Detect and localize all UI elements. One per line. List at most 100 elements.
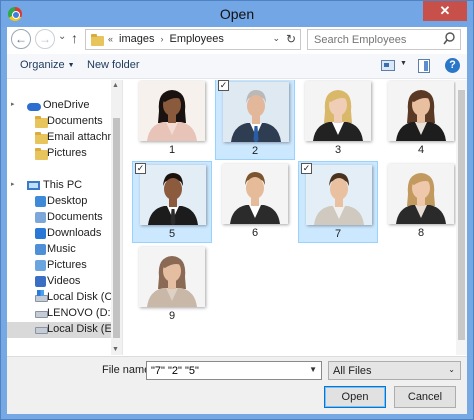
sidebar-item-label: Pictures — [47, 259, 87, 271]
file-item[interactable]: ✓ 2 — [215, 80, 295, 160]
sidebar-item[interactable]: Videos — [7, 274, 111, 290]
file-name-label: 7 — [334, 228, 342, 240]
employee-photo-thumbnail — [139, 81, 205, 141]
file-item[interactable]: 4 — [381, 80, 461, 160]
pictures-icon — [35, 260, 46, 271]
back-button[interactable]: ← — [11, 29, 31, 49]
sidebar-item-label: Documents — [47, 211, 103, 223]
sidebar-item[interactable]: Pictures — [7, 146, 111, 162]
scrollbar-thumb[interactable] — [113, 118, 120, 338]
organize-menu-button[interactable]: Organize ▼ — [20, 59, 75, 71]
view-options-dropdown[interactable]: ▼ — [400, 60, 407, 67]
sidebar-item[interactable]: Music — [7, 242, 111, 258]
sidebar-item[interactable]: Email attachments — [7, 130, 111, 146]
caret-down-icon: ▼ — [67, 61, 75, 69]
address-dropdown-button[interactable]: ⌄ — [272, 33, 280, 44]
file-item[interactable]: 8 — [381, 161, 461, 243]
file-list-scrollbar[interactable] — [456, 80, 467, 355]
computer-icon — [27, 181, 40, 190]
search-input[interactable] — [314, 31, 444, 49]
file-item[interactable]: ✓ 5 — [132, 161, 212, 243]
employee-photo-thumbnail — [222, 164, 288, 224]
cancel-button[interactable]: Cancel — [394, 386, 456, 408]
scrollbar-thumb[interactable] — [458, 90, 465, 340]
employee-photo-thumbnail — [305, 81, 371, 141]
open-button[interactable]: Open — [324, 386, 386, 408]
file-name-label: 3 — [334, 144, 342, 156]
sidebar-item[interactable]: ▸ OneDrive — [7, 98, 111, 114]
preview-pane-icon[interactable] — [418, 59, 430, 73]
expand-arrow-icon[interactable]: ▸ — [11, 180, 15, 188]
address-bar[interactable]: « images › Employees ⌄ ↻ — [85, 29, 301, 50]
file-name-label: 6 — [251, 227, 259, 239]
navigation-scrollbar[interactable]: ▲ ▼ — [111, 80, 122, 355]
sidebar-item-label: Pictures — [47, 147, 87, 159]
dialog-client-area: ← → ⌄ ↑ « images › Employees ⌄ ↻ Search … — [7, 27, 467, 414]
filename-dropdown-button[interactable]: ▼ — [309, 365, 317, 374]
sidebar-item[interactable]: Documents — [7, 114, 111, 130]
music-icon — [35, 244, 46, 255]
navigation-pane: ▸ OneDrive Documents Email attachments Pictu… — [7, 80, 123, 355]
employee-photo-thumbnail — [388, 164, 454, 224]
filename-input[interactable] — [147, 362, 302, 379]
sidebar-item-label: Documents — [47, 115, 103, 127]
recent-locations-dropdown[interactable]: ⌄ — [58, 31, 66, 42]
title-bar[interactable]: Open ✕ — [1, 1, 473, 27]
sidebar-item-label: Email attachments — [47, 131, 111, 143]
breadcrumb-overflow[interactable]: « — [108, 34, 113, 44]
help-icon[interactable]: ? — [445, 58, 460, 73]
file-list-view: 1 ✓ 2 3 4 ✓ 5 6 ✓ 7 8 9 — [124, 80, 467, 355]
refresh-button[interactable]: ↻ — [286, 32, 296, 46]
file-selection-panel: File name: ▼ All Files ⌄ Open Cancel — [7, 356, 467, 414]
sidebar-item[interactable]: Local Disk (E:) — [7, 322, 111, 338]
window-title: Open — [219, 6, 255, 22]
close-button[interactable]: ✕ — [423, 1, 467, 21]
sidebar-item-label: This PC — [43, 179, 83, 191]
filename-combobox[interactable]: ▼ — [146, 361, 322, 380]
employee-photo-thumbnail — [139, 247, 205, 307]
file-item[interactable]: 1 — [132, 80, 212, 160]
file-item[interactable]: 3 — [298, 80, 378, 160]
sidebar-item[interactable]: Local Disk (C:) — [7, 290, 111, 306]
forward-button[interactable]: → — [35, 29, 55, 49]
scroll-up-arrow[interactable]: ▲ — [112, 82, 119, 89]
folder-icon — [91, 34, 104, 46]
sidebar-item[interactable]: Downloads — [7, 226, 111, 242]
sidebar-item-label: Desktop — [47, 195, 88, 207]
file-item[interactable]: 9 — [132, 244, 212, 326]
breadcrumb: « images › Employees — [108, 33, 224, 45]
file-name-label: 9 — [168, 310, 176, 322]
file-name-label: 1 — [168, 144, 176, 156]
sidebar-item-label: Local Disk (E:) — [47, 323, 111, 335]
employee-photo-thumbnail — [388, 81, 454, 141]
sidebar-item[interactable]: Pictures — [7, 258, 111, 274]
scroll-down-arrow[interactable]: ▼ — [112, 346, 119, 353]
file-name-label: 2 — [251, 145, 259, 157]
sidebar-item[interactable]: ▸ This PC — [7, 178, 111, 194]
organize-label: Organize — [20, 59, 65, 71]
command-toolbar: Organize ▼ New folder ▼ ? — [7, 54, 467, 79]
documents-icon — [35, 212, 46, 223]
expand-arrow-icon[interactable]: ▸ — [11, 100, 15, 108]
sidebar-item[interactable]: Desktop — [7, 194, 111, 210]
change-view-icon[interactable] — [381, 60, 395, 71]
selection-checkbox[interactable]: ✓ — [135, 163, 146, 174]
employee-photo-thumbnail — [223, 82, 289, 142]
file-type-select[interactable]: All Files ⌄ — [328, 361, 461, 380]
employee-photo-thumbnail — [140, 165, 206, 225]
up-button[interactable]: ↑ — [71, 30, 78, 46]
cloud-icon — [27, 103, 41, 111]
sidebar-item[interactable]: Documents — [7, 210, 111, 226]
selection-checkbox[interactable]: ✓ — [301, 163, 312, 174]
new-folder-button[interactable]: New folder — [87, 59, 140, 71]
search-box[interactable] — [307, 29, 461, 50]
selection-checkbox[interactable]: ✓ — [218, 80, 229, 91]
breadcrumb-images[interactable]: images — [119, 33, 154, 45]
breadcrumb-employees[interactable]: Employees — [169, 33, 223, 45]
file-name-label: 5 — [168, 228, 176, 240]
sidebar-item-label: OneDrive — [43, 99, 90, 111]
chevron-right-icon: › — [160, 34, 164, 44]
file-item[interactable]: 6 — [215, 161, 295, 243]
sidebar-item[interactable]: LENOVO (D:) — [7, 306, 111, 322]
file-item[interactable]: ✓ 7 — [298, 161, 378, 243]
